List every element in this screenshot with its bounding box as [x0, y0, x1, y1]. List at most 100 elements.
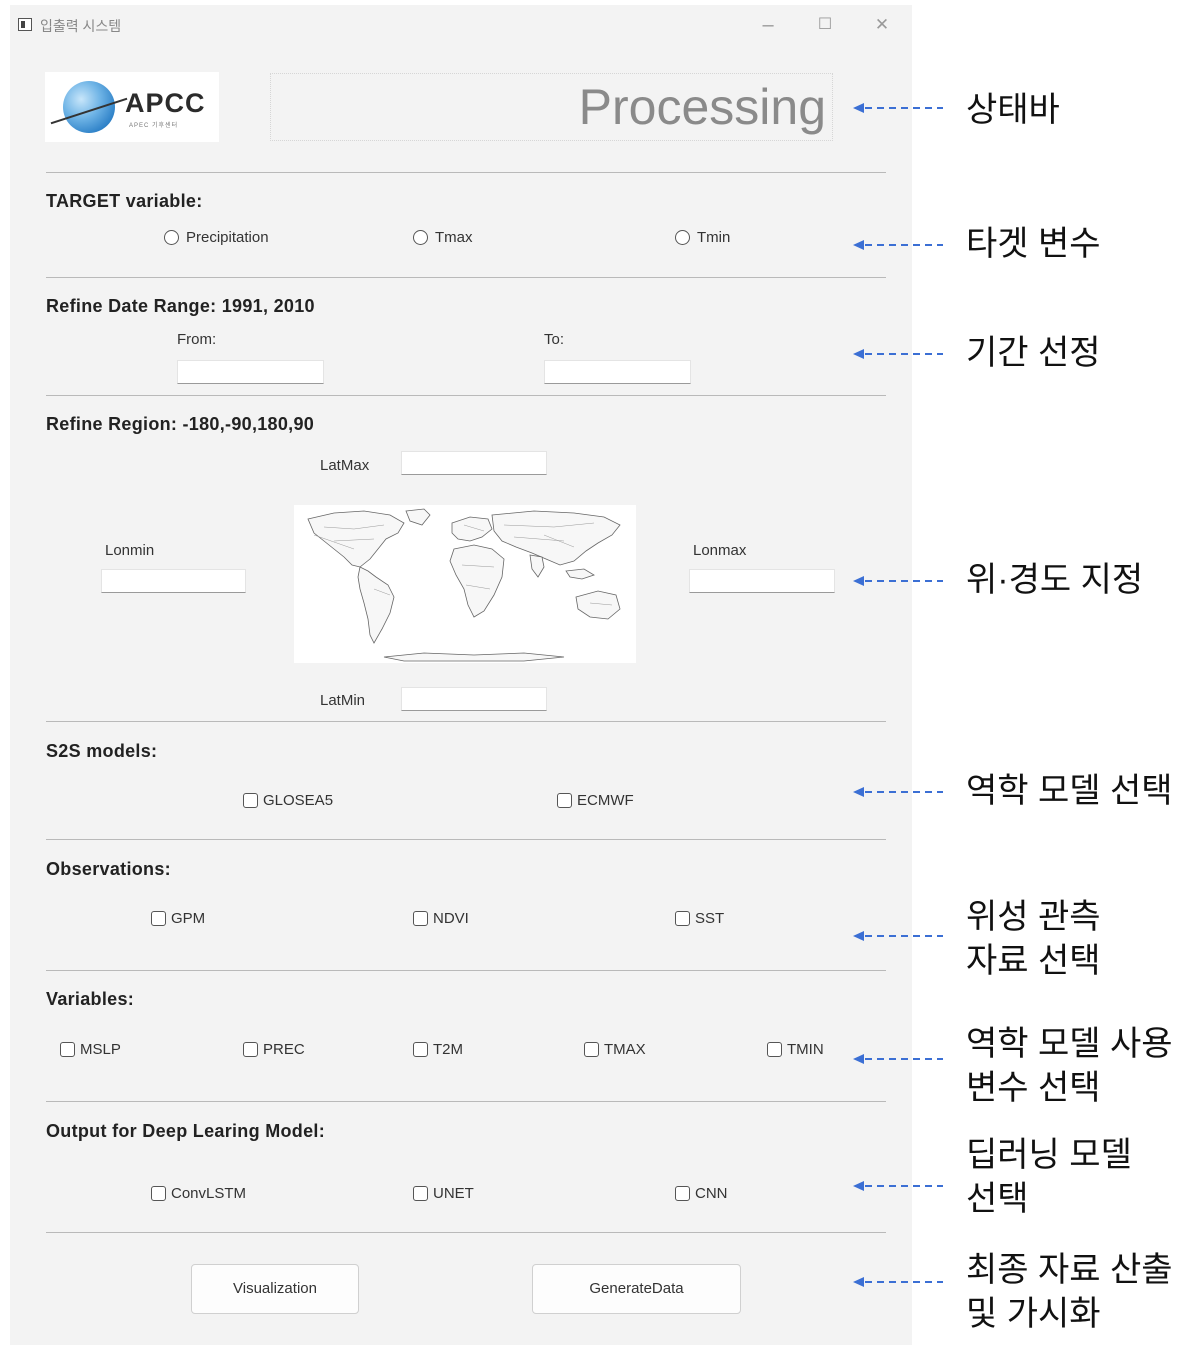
radio-tmax[interactable]: Tmax [413, 229, 473, 246]
annotation-label: 기간 선정 [966, 334, 1101, 372]
logo-subtext: APEC 기후센터 [129, 123, 179, 129]
checkbox-tmax[interactable]: TMAX [584, 1041, 646, 1058]
checkbox-glosea5[interactable]: GLOSEA5 [243, 792, 333, 809]
divider [46, 970, 886, 971]
checkbox-icon[interactable] [413, 1042, 428, 1057]
checkbox-prec[interactable]: PREC [243, 1041, 305, 1058]
checkbox-t2m[interactable]: T2M [413, 1041, 463, 1058]
checkbox-label: MSLP [80, 1041, 121, 1058]
generate-data-button[interactable]: GenerateData [532, 1264, 741, 1314]
checkbox-ecmwf[interactable]: ECMWF [557, 792, 634, 809]
checkbox-cnn[interactable]: CNN [675, 1185, 728, 1202]
divider [46, 277, 886, 278]
checkbox-icon[interactable] [675, 911, 690, 926]
annotation-label: 위성 관측 자료 선택 [966, 898, 1101, 980]
lonmax-label: Lonmax [693, 542, 747, 559]
dashed-arrow-icon [853, 787, 943, 797]
checkbox-icon[interactable] [413, 911, 428, 926]
checkbox-label: ConvLSTM [171, 1185, 247, 1202]
checkbox-label: TMIN [787, 1041, 824, 1058]
checkbox-label: T2M [433, 1041, 463, 1058]
checkbox-icon[interactable] [767, 1042, 782, 1057]
checkbox-gpm[interactable]: GPM [151, 910, 205, 927]
radio-circle-icon[interactable] [164, 230, 179, 245]
latmin-label: LatMin [320, 692, 366, 709]
checkbox-unet[interactable]: UNET [413, 1185, 474, 1202]
radio-circle-icon[interactable] [413, 230, 428, 245]
latmin-input[interactable] [401, 687, 547, 711]
dashed-arrow-icon [853, 1277, 943, 1287]
checkbox-tmin[interactable]: TMIN [767, 1041, 824, 1058]
dashed-arrow-icon [853, 931, 943, 941]
window-title: 입출력 시스템 [40, 18, 122, 34]
checkbox-icon[interactable] [557, 793, 572, 808]
annotation-label: 상태바 [966, 91, 1060, 129]
visualization-button[interactable]: Visualization [191, 1264, 359, 1314]
checkbox-icon[interactable] [413, 1186, 428, 1201]
checkbox-label: CNN [695, 1185, 728, 1202]
checkbox-label: GPM [171, 910, 206, 927]
dashed-arrow-icon [853, 103, 943, 113]
region-title: Refine Region: -180,-90,180,90 [46, 414, 315, 434]
annotation-label: 위·경도 지정 [966, 561, 1144, 599]
checkbox-mslp[interactable]: MSLP [60, 1041, 121, 1058]
checkbox-label: UNET [433, 1185, 474, 1202]
checkbox-label: NDVI [433, 910, 469, 927]
apcc-logo: APCC APEC 기후센터 [45, 72, 219, 142]
minimize-button[interactable]: – [748, 11, 788, 39]
dashed-arrow-icon [853, 240, 943, 250]
radio-tmin[interactable]: Tmin [675, 229, 730, 246]
divider [46, 395, 886, 396]
checkbox-label: ECMWF [577, 792, 634, 809]
checkbox-icon[interactable] [675, 1186, 690, 1201]
checkbox-icon[interactable] [243, 1042, 258, 1057]
target-variable-title: TARGET variable: [46, 191, 203, 211]
annotation-label: 딥러닝 모델 선택 [966, 1136, 1132, 1218]
lonmin-input[interactable] [101, 569, 246, 593]
maximize-button[interactable]: ☐ [805, 11, 845, 39]
radio-precipitation[interactable]: Precipitation [164, 229, 269, 246]
annotation-label: 역학 모델 사용 변수 선택 [966, 1025, 1173, 1107]
s2s-models-title: S2S models: [46, 741, 158, 761]
checkbox-sst[interactable]: SST [675, 910, 724, 927]
divider [46, 172, 886, 173]
variables-title: Variables: [46, 989, 135, 1009]
dashed-arrow-icon [853, 576, 943, 586]
checkbox-icon[interactable] [243, 793, 258, 808]
checkbox-label: GLOSEA5 [263, 792, 334, 809]
latmax-label: LatMax [320, 457, 370, 474]
title-bar: 입출력 시스템 – ☐ ✕ [10, 5, 912, 45]
close-button[interactable]: ✕ [862, 11, 902, 39]
dashed-arrow-icon [853, 1181, 943, 1191]
checkbox-ndvi[interactable]: NDVI [413, 910, 469, 927]
observations-title: Observations: [46, 859, 171, 879]
divider [46, 721, 886, 722]
divider [46, 839, 886, 840]
lonmax-input[interactable] [689, 569, 835, 593]
divider [46, 1101, 886, 1102]
annotation-label: 타겟 변수 [966, 225, 1101, 263]
divider [46, 1232, 886, 1233]
from-date-input[interactable] [177, 360, 324, 384]
checkbox-icon[interactable] [584, 1042, 599, 1057]
radio-circle-icon[interactable] [675, 230, 690, 245]
to-label: To: [544, 331, 565, 348]
world-map[interactable] [294, 505, 636, 663]
app-icon [18, 18, 32, 31]
from-label: From: [177, 331, 217, 348]
radio-label: Tmax [435, 229, 473, 246]
date-range-title: Refine Date Range: 1991, 2010 [46, 296, 315, 316]
logo-text: APCC [125, 88, 206, 118]
checkbox-icon[interactable] [151, 911, 166, 926]
dashed-arrow-icon [853, 349, 943, 359]
checkbox-icon[interactable] [151, 1186, 166, 1201]
to-date-input[interactable] [544, 360, 691, 384]
lonmin-label: Lonmin [105, 542, 155, 559]
latmax-input[interactable] [401, 451, 547, 475]
checkbox-icon[interactable] [60, 1042, 75, 1057]
status-bar: Processing [270, 73, 833, 141]
annotation-label: 최종 자료 산출 및 가시화 [966, 1251, 1173, 1333]
checkbox-label: PREC [263, 1041, 305, 1058]
radio-label: Precipitation [186, 229, 269, 246]
checkbox-convlstm[interactable]: ConvLSTM [151, 1185, 246, 1202]
